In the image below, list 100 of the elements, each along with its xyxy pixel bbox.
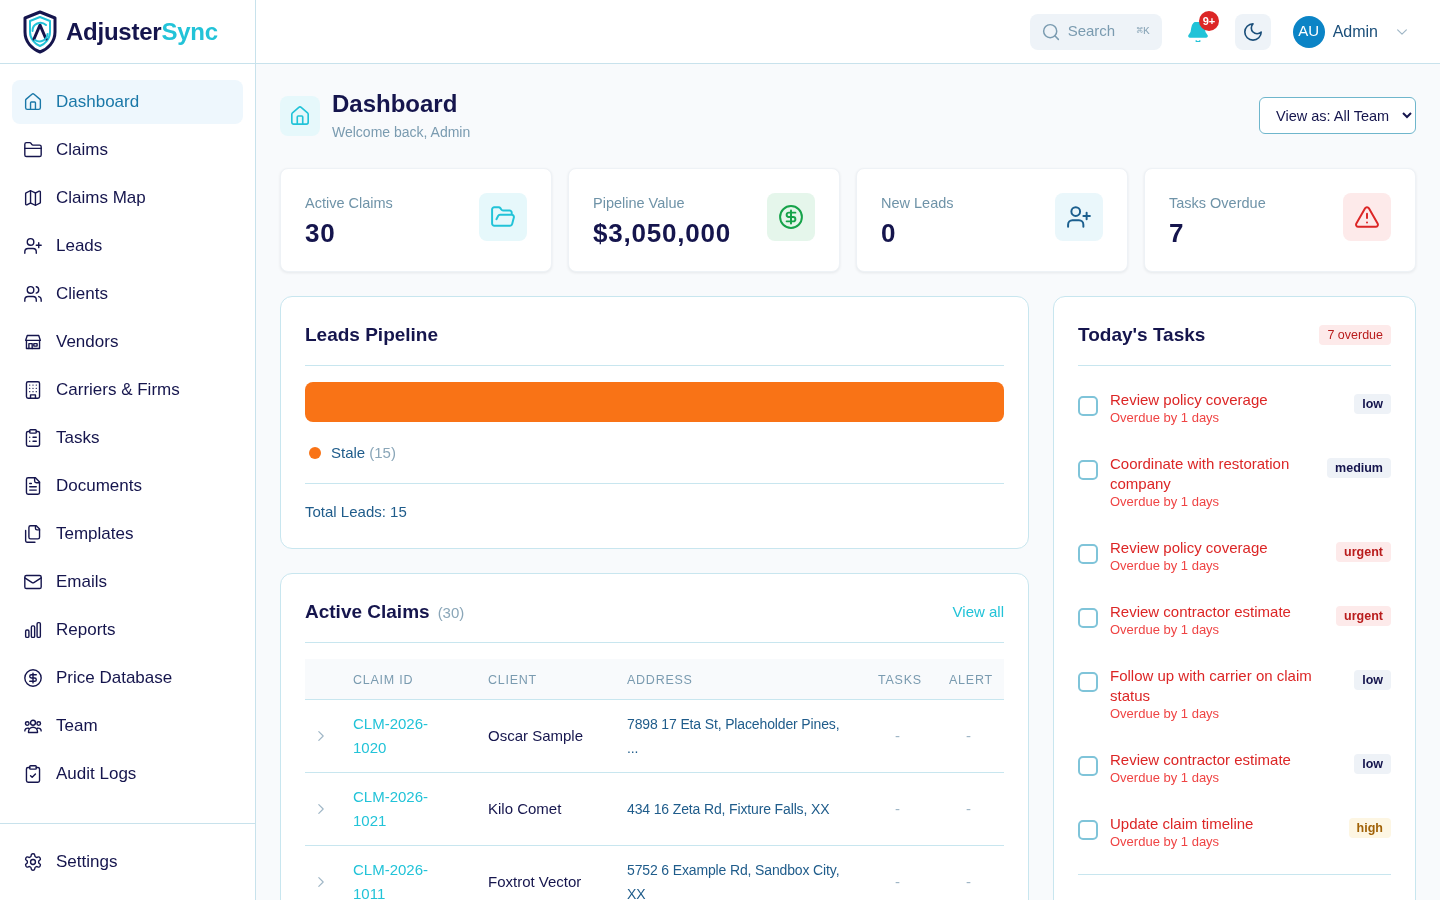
nav-item[interactable]: Carriers & Firms [12,368,243,412]
user-avatar: AU [1292,15,1325,48]
shortcut-hint: ⌘K [1136,24,1150,40]
alert-value: - [966,799,971,817]
task-title: Review policy coverage [1110,538,1269,558]
search-icon [1041,22,1060,41]
client-name: Foxtrot Vector [488,872,582,890]
stat-value: $3,050,000 [593,217,731,249]
home-icon [280,96,320,136]
nav-item[interactable]: Price Database [12,656,243,700]
stat-value: 0 [881,217,898,249]
dollar-circle-icon [24,669,42,687]
task-due: Overdue by 1 days [1110,770,1221,786]
task-title: Coordinate with restoration company [1110,454,1291,494]
warning-icon [1343,193,1391,241]
stat-value: 7 [1169,217,1186,249]
nav-item[interactable]: Vendors [12,320,243,364]
task-title: Review policy coverage [1110,390,1269,410]
files-icon [24,525,42,543]
task-checkbox[interactable] [1078,544,1098,564]
task-checkbox[interactable] [1078,820,1098,840]
task-title: Review contractor estimate [1110,750,1292,770]
address-text: 434 16 Zeta Rd, Fixture Falls, XX [627,799,831,819]
total-leads-text: Total Leads: 15 [305,503,407,520]
task-due: Overdue by 1 days [1110,834,1221,850]
task-due: Overdue by 1 days [1110,494,1221,510]
settings-icon [24,853,42,871]
bar-chart-icon [24,621,42,639]
nav-item[interactable]: Team [12,704,243,748]
alert-value: - [966,726,971,744]
task-checkbox[interactable] [1078,608,1098,628]
alert-value: - [966,872,971,890]
map-icon [24,189,42,207]
clipboard-check-icon [24,765,42,783]
task-checkbox[interactable] [1078,672,1098,692]
task-title: Update claim timeline [1110,814,1255,834]
task-checkbox[interactable] [1078,396,1098,416]
task-checkbox[interactable] [1078,460,1098,480]
shield-logo-icon [22,9,58,54]
task-checkbox[interactable] [1078,756,1098,776]
tasks-value: - [895,726,900,744]
view-select[interactable]: View as: All Team [1259,97,1416,134]
stat-label: Active Claims [305,194,393,213]
client-name: Kilo Comet [488,799,562,817]
task-title: Follow up with carrier on claim status [1110,666,1313,706]
theme-toggle-button[interactable] [1234,13,1271,50]
priority-tag: low [1354,670,1391,690]
folder-open-icon [479,193,527,241]
column-header: CLIENT [488,672,537,687]
nav-item[interactable]: Claims [12,128,243,172]
store-icon [24,333,42,351]
notification-count: 9+ [1198,10,1220,31]
tasks-value: - [895,799,900,817]
team-icon [24,717,42,735]
nav-item[interactable]: Audit Logs [12,752,243,796]
nav-item[interactable]: Emails [12,560,243,604]
users-icon [24,285,42,303]
nav-item[interactable]: Settings [12,840,243,884]
client-name: Oscar Sample [488,726,584,744]
page-title: Dashboard [332,89,459,119]
nav-item[interactable]: Dashboard [12,80,243,124]
user-plus-icon [24,237,42,255]
stat-label: Tasks Overdue [1169,194,1266,213]
nav-item[interactable]: Tasks [12,416,243,460]
column-header: TASKS [878,672,922,687]
mail-icon [24,573,42,591]
column-header: CLAIM ID [353,672,414,687]
nav-item[interactable]: Claims Map [12,176,243,220]
priority-tag: medium [1327,458,1391,478]
tasks-value: - [895,872,900,890]
building-icon [24,381,42,399]
stat-label: Pipeline Value [593,194,686,213]
task-due: Overdue by 1 days [1110,558,1221,574]
section-title: Leads Pipeline [305,323,440,347]
nav-item[interactable]: Documents [12,464,243,508]
stat-value: 30 [305,217,337,249]
priority-tag: urgent [1336,606,1391,626]
legend-label: Stale (15) [331,443,396,463]
user-plus-icon [1055,193,1103,241]
section-title: Active Claims [305,600,430,624]
user-menu-button[interactable]: AU Admin [1292,15,1410,48]
app-logo-text: AdjusterSync [66,16,218,47]
folder-icon [24,141,42,159]
column-header: ADDRESS [627,672,693,687]
stat-label: New Leads [881,194,954,213]
address-text: 7898 17 Eta St, Placeholder Pines, ... [627,714,841,758]
nav-item[interactable]: Templates [12,512,243,556]
page-subtitle: Welcome back, Admin [332,123,471,142]
task-due: Overdue by 1 days [1110,622,1221,638]
claims-count: (30) [437,603,465,623]
section-title: Today's Tasks [1078,323,1206,347]
priority-tag: low [1354,754,1391,774]
priority-tag: urgent [1336,542,1391,562]
nav-item[interactable]: Clients [12,272,243,316]
nav-item[interactable]: Reports [12,608,243,652]
clipboard-list-icon [24,429,42,447]
task-title: Review contractor estimate [1110,602,1292,622]
address-text: 5752 6 Example Rd, Sandbox City, XX [627,860,841,900]
task-due: Overdue by 1 days [1110,706,1221,722]
nav-item[interactable]: Leads [12,224,243,268]
